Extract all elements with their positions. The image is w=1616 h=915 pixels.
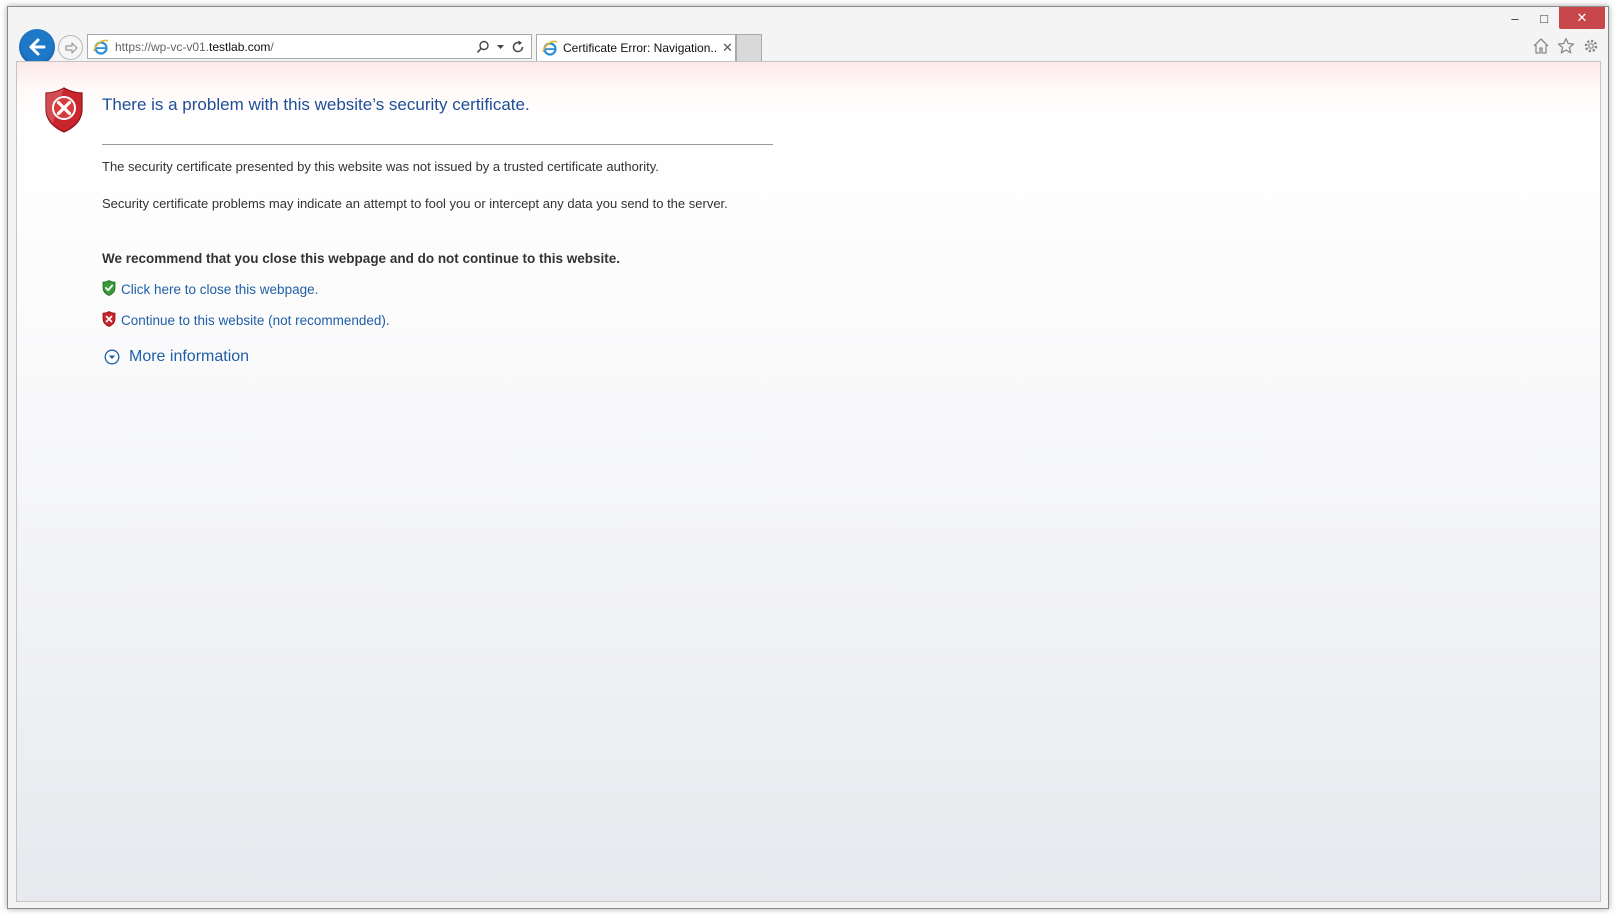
title-divider <box>102 144 773 145</box>
browser-window: – □ ✕ https://wp-vc-v01.testlab.com/ Cer… <box>7 6 1609 909</box>
ie-icon <box>92 38 110 56</box>
forward-button[interactable] <box>58 35 83 60</box>
shield-error-icon <box>45 87 83 133</box>
new-tab-button[interactable] <box>736 34 762 61</box>
minimize-icon: – <box>1511 10 1519 26</box>
search-icon[interactable] <box>476 40 490 54</box>
chevron-down-circle-icon <box>104 349 120 365</box>
maximize-button[interactable]: □ <box>1530 7 1558 29</box>
page-content: There is a problem with this website’s s… <box>16 61 1601 902</box>
tab-close-icon[interactable]: ✕ <box>722 40 733 56</box>
paragraph-untrusted-authority: The security certificate presented by th… <box>102 159 659 174</box>
close-window-button[interactable]: ✕ <box>1559 7 1605 29</box>
continue-website-link-row[interactable]: Continue to this website (not recommende… <box>102 310 390 328</box>
url-suffix: / <box>270 39 274 54</box>
ie-icon <box>542 40 558 56</box>
maximize-icon: □ <box>1540 10 1548 26</box>
home-icon[interactable] <box>1532 37 1550 55</box>
address-url[interactable]: https://wp-vc-v01.testlab.com/ <box>115 40 476 54</box>
paragraph-security-warning: Security certificate problems may indica… <box>102 196 728 211</box>
back-button[interactable] <box>19 29 55 65</box>
dropdown-icon[interactable] <box>496 42 505 51</box>
settings-gear-icon[interactable] <box>1582 37 1600 55</box>
recommendation-text: We recommend that you close this webpage… <box>102 251 621 266</box>
refresh-icon[interactable] <box>511 40 525 54</box>
more-information-toggle[interactable]: More information <box>104 348 249 366</box>
more-information-label: More information <box>129 348 250 365</box>
close-webpage-link-row[interactable]: Click here to close this webpage. <box>102 279 318 297</box>
tab-certificate-error[interactable]: Certificate Error: Navigation... ✕ <box>536 34 736 61</box>
tab-label: Certificate Error: Navigation... <box>563 41 718 55</box>
back-arrow-icon <box>29 38 46 56</box>
shield-error-icon <box>102 310 116 327</box>
page-title: There is a problem with this website’s s… <box>102 95 530 114</box>
favorites-star-icon[interactable] <box>1557 37 1575 55</box>
url-prefix: https://wp-vc-v01. <box>115 39 210 54</box>
minimize-button[interactable]: – <box>1501 7 1529 29</box>
shield-ok-icon <box>102 279 116 296</box>
forward-arrow-icon <box>64 41 78 54</box>
continue-website-link[interactable]: Continue to this website (not recommende… <box>121 313 390 328</box>
url-host: testlab.com <box>209 39 271 54</box>
address-bar[interactable]: https://wp-vc-v01.testlab.com/ <box>87 34 532 59</box>
close-webpage-link[interactable]: Click here to close this webpage. <box>121 282 318 297</box>
close-icon: ✕ <box>1576 10 1588 25</box>
